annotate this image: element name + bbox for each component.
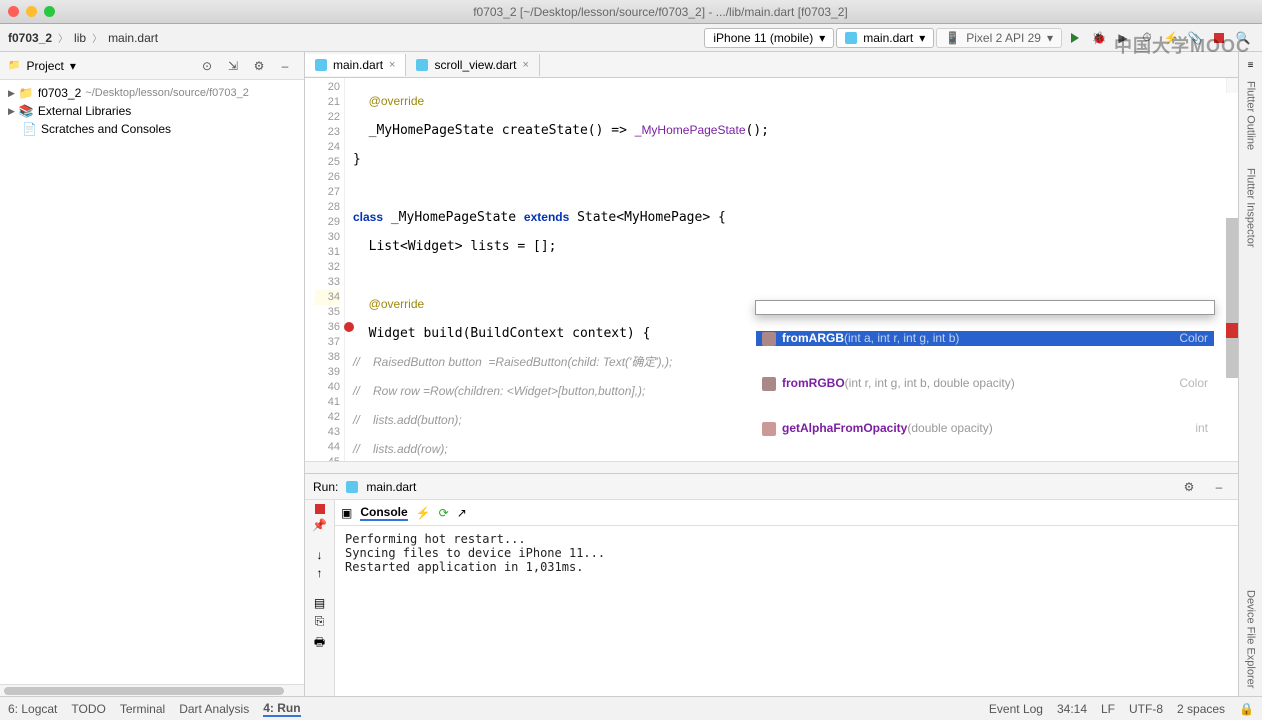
project-tree: ▶📁 f0703_2 ~/Desktop/lesson/source/f0703… xyxy=(0,80,304,142)
console-tab[interactable]: Console xyxy=(360,505,407,521)
dart-file-icon xyxy=(315,59,327,71)
breadcrumb-folder[interactable]: lib xyxy=(74,31,86,45)
autocomplete-item[interactable]: getAlphaFromOpacity(double opacity)int xyxy=(756,421,1214,436)
rail-flutter-inspector[interactable]: Flutter Inspector xyxy=(1245,160,1257,255)
run-config-selector[interactable]: main.dart▾ xyxy=(836,28,934,48)
reload-icon[interactable]: ⟳ xyxy=(439,506,449,520)
gutter: 2021222324252627282930313233343536373839… xyxy=(305,78,345,461)
debug-button[interactable]: 🐞 xyxy=(1088,27,1110,49)
autocomplete-popup: fromARGB(int a, int r, int g, int b)Colo… xyxy=(755,300,1215,315)
settings-icon[interactable]: ⚙ xyxy=(248,55,270,77)
pin-button[interactable]: 📌 xyxy=(312,518,327,532)
run-sidebar: 📌 ↓ ↑ ▤ ⎘ 🖶 xyxy=(305,500,335,696)
editor-tabs: main.dart × scroll_view.dart × xyxy=(305,52,1238,78)
panel-title: Project xyxy=(26,59,63,73)
run-panel: Run: main.dart ⚙ – 📌 ↓ ↑ ▤ ⎘ 🖶 xyxy=(305,473,1238,696)
project-hscroll[interactable] xyxy=(0,684,304,696)
run-button[interactable] xyxy=(1064,27,1086,49)
project-panel: 📁 Project ▾ ⊙ ⇲ ⚙ – ▶📁 f0703_2 ~/Desktop… xyxy=(0,52,305,696)
autocomplete-item[interactable]: fromRGBO(int r, int g, int b, double opa… xyxy=(756,376,1214,391)
lock-icon[interactable]: 🔒 xyxy=(1239,702,1254,716)
collapse-icon[interactable]: ⇲ xyxy=(222,55,244,77)
export-icon[interactable]: ⎘ xyxy=(315,614,325,629)
tree-external-libs[interactable]: ▶📚External Libraries xyxy=(0,102,304,120)
minimize-window-icon[interactable] xyxy=(26,6,37,17)
window-controls xyxy=(8,6,55,17)
status-todo[interactable]: TODO xyxy=(71,702,105,716)
hot-reload-icon[interactable]: ⚡ xyxy=(416,506,431,520)
run-label: Run: xyxy=(313,480,338,494)
tree-scratches[interactable]: 📄Scratches and Consoles xyxy=(0,120,304,138)
code-body[interactable]: @override _MyHomePageState createState()… xyxy=(345,78,1238,461)
run-config-name: main.dart xyxy=(366,480,416,494)
step-over-icon[interactable]: ↓ xyxy=(317,548,323,562)
maximize-window-icon[interactable] xyxy=(44,6,55,17)
nav-toolbar: f0703_2 〉 lib 〉 main.dart iPhone 11 (mob… xyxy=(0,24,1262,52)
status-run[interactable]: 4: Run xyxy=(263,701,300,717)
method-icon xyxy=(762,377,776,391)
dropdown-icon[interactable]: ▾ xyxy=(70,59,76,73)
dart-file-icon xyxy=(416,59,428,71)
console-output[interactable]: Performing hot restart... Syncing files … xyxy=(335,526,1238,696)
breadcrumb-file[interactable]: main.dart xyxy=(108,31,158,45)
indent[interactable]: 2 spaces xyxy=(1177,702,1225,716)
print-icon[interactable]: 🖶 xyxy=(314,633,325,654)
breadcrumb-project[interactable]: f0703_2 xyxy=(8,31,52,45)
caret-pos: 34:14 xyxy=(1057,702,1087,716)
layout-icon[interactable]: ▤ xyxy=(314,596,325,610)
right-tool-rail: ≡ Flutter Outline Flutter Inspector Devi… xyxy=(1238,52,1262,696)
folder-icon: 📁 xyxy=(8,60,20,71)
code-editor[interactable]: 2021222324252627282930313233343536373839… xyxy=(305,78,1238,461)
encoding[interactable]: UTF-8 xyxy=(1129,702,1163,716)
method-icon xyxy=(762,422,776,436)
minimap[interactable] xyxy=(1226,78,1238,93)
statusbar: 6: Logcat TODO Terminal Dart Analysis 4:… xyxy=(0,696,1262,720)
watermark: 中国大学MOOC xyxy=(1114,32,1250,58)
status-logcat[interactable]: 6: Logcat xyxy=(8,702,57,716)
tree-root[interactable]: ▶📁 f0703_2 ~/Desktop/lesson/source/f0703… xyxy=(0,84,304,102)
rail-flutter-outline[interactable]: Flutter Outline xyxy=(1245,73,1257,158)
line-ending[interactable]: LF xyxy=(1101,702,1115,716)
device-selector[interactable]: iPhone 11 (mobile)▾ xyxy=(704,28,834,48)
close-icon[interactable]: × xyxy=(523,59,529,71)
close-icon[interactable]: × xyxy=(389,59,395,71)
avd-selector[interactable]: 📱Pixel 2 API 29▾ xyxy=(936,28,1062,48)
status-dart-analysis[interactable]: Dart Analysis xyxy=(179,702,249,716)
rail-device-file-explorer[interactable]: Device File Explorer xyxy=(1245,582,1257,696)
locate-icon[interactable]: ⊙ xyxy=(196,55,218,77)
status-terminal[interactable]: Terminal xyxy=(120,702,165,716)
autocomplete-item[interactable]: fromARGB(int a, int r, int g, int b)Colo… xyxy=(756,331,1214,346)
hide-panel-icon[interactable]: – xyxy=(274,55,296,77)
console-toggle-icon[interactable]: ▣ xyxy=(341,506,352,520)
settings-icon[interactable]: ⚙ xyxy=(1178,476,1200,498)
window-title: f0703_2 [~/Desktop/lesson/source/f0703_2… xyxy=(67,5,1254,19)
event-log[interactable]: Event Log xyxy=(989,702,1043,716)
titlebar: f0703_2 [~/Desktop/lesson/source/f0703_2… xyxy=(0,0,1262,24)
step-into-icon[interactable]: ↑ xyxy=(317,566,323,580)
open-devtools-icon[interactable]: ↗ xyxy=(457,506,467,520)
hide-panel-icon[interactable]: – xyxy=(1208,476,1230,498)
method-icon xyxy=(762,332,776,346)
dart-file-icon xyxy=(346,481,358,493)
editor-hscroll[interactable] xyxy=(305,461,1238,473)
close-window-icon[interactable] xyxy=(8,6,19,17)
chevron-right-icon: 〉 xyxy=(58,30,68,45)
chevron-right-icon: 〉 xyxy=(92,30,102,45)
tab-main[interactable]: main.dart × xyxy=(305,54,406,76)
restart-button[interactable] xyxy=(315,504,325,514)
tab-scroll-view[interactable]: scroll_view.dart × xyxy=(406,54,539,76)
